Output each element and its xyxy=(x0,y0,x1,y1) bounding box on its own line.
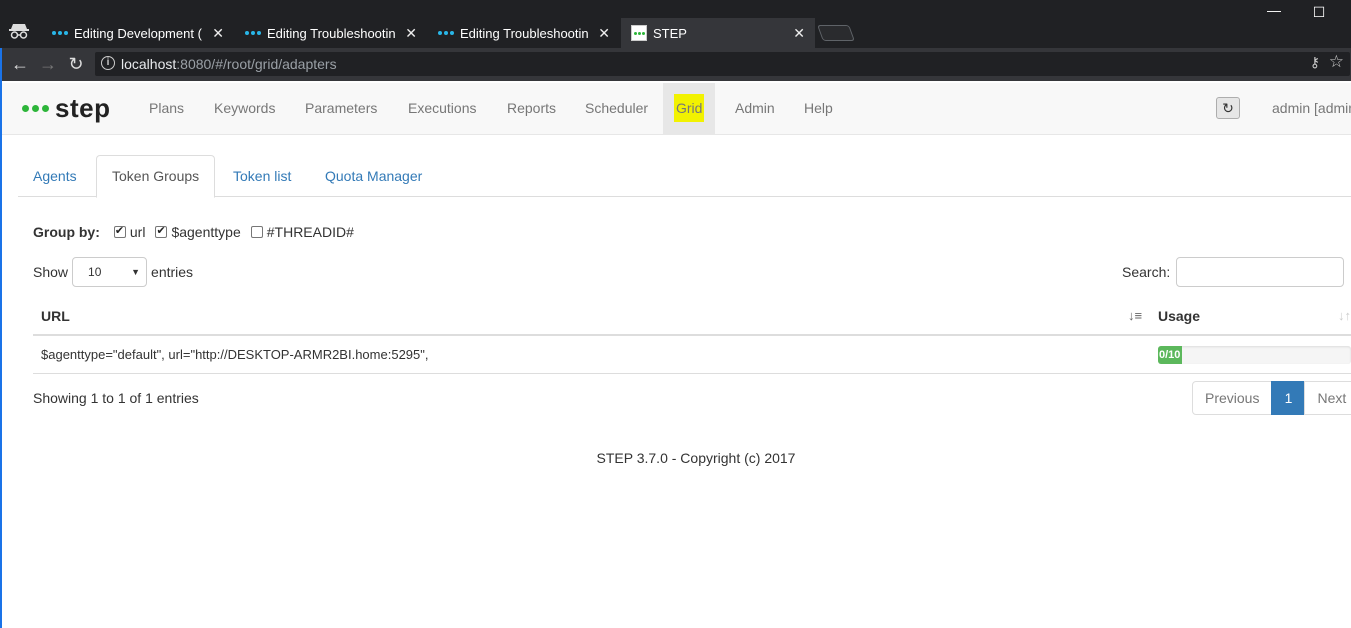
step-logo-icon xyxy=(22,105,49,112)
tab-agents[interactable]: Agents xyxy=(18,155,92,197)
refresh-icon: ↻ xyxy=(1222,100,1234,116)
incognito-icon xyxy=(8,20,30,42)
browser-tab-title: Editing Development (§5 xyxy=(74,25,202,41)
back-icon[interactable]: ← xyxy=(10,54,30,75)
tab-token-list[interactable]: Token list xyxy=(218,155,306,197)
agenttype-checkbox-label: $agenttype xyxy=(171,224,241,240)
threadid-checkbox[interactable] xyxy=(250,226,263,238)
dots-icon xyxy=(438,31,454,35)
nav-scheduler[interactable]: Scheduler xyxy=(570,83,663,134)
step-favicon-icon xyxy=(631,25,647,41)
minimize-icon[interactable]: — xyxy=(1264,2,1284,18)
browser-tab[interactable]: Editing Troubleshooting ✕ xyxy=(428,18,620,48)
entries-label: entries xyxy=(151,264,194,280)
nav-help[interactable]: Help xyxy=(789,83,848,134)
brand-logo[interactable]: step xyxy=(22,93,110,124)
usage-progress: 0/10 xyxy=(1158,346,1351,364)
reload-icon[interactable]: ↻ xyxy=(66,54,86,75)
page-length-control: Show 10 ▼ entries xyxy=(33,257,193,287)
url-cell: $agenttype="default", url="http://DESKTO… xyxy=(41,347,429,362)
usage-progress-bar: 0/10 xyxy=(1158,346,1182,364)
forward-icon[interactable]: → xyxy=(38,54,58,75)
search-input[interactable] xyxy=(1176,257,1345,287)
user-menu[interactable]: admin [admin] xyxy=(1272,83,1351,134)
nav-keywords[interactable]: Keywords xyxy=(199,83,290,134)
nav-parameters[interactable]: Parameters xyxy=(290,83,392,134)
nav-reports[interactable]: Reports xyxy=(492,83,571,134)
page-tabs: Agents Token Groups Token list Quota Man… xyxy=(18,155,1351,198)
browser-tab-strip: Editing Development (§5 ✕ Editing Troubl… xyxy=(0,0,1351,48)
page-1-button[interactable]: 1 xyxy=(1271,381,1306,415)
nav-admin[interactable]: Admin xyxy=(720,83,790,134)
previous-button[interactable]: Previous xyxy=(1192,381,1273,415)
close-icon[interactable]: ✕ xyxy=(212,25,224,42)
new-tab-button[interactable] xyxy=(817,25,855,41)
footer-copyright: STEP 3.7.0 - Copyright (c) 2017 xyxy=(596,450,796,466)
browser-tab[interactable]: Editing Troubleshooting ✕ xyxy=(235,18,427,48)
agenttype-checkbox[interactable] xyxy=(155,224,168,238)
dots-icon xyxy=(245,31,261,35)
show-label: Show xyxy=(33,264,69,280)
sort-desc-icon[interactable]: ↓≡ xyxy=(1128,308,1142,323)
header-url[interactable]: URL xyxy=(41,308,70,324)
browser-tab[interactable]: Editing Development (§5 ✕ xyxy=(42,18,234,48)
close-icon[interactable]: ✕ xyxy=(405,25,417,42)
dots-icon xyxy=(52,31,68,35)
table-info: Showing 1 to 1 of 1 entries xyxy=(33,390,199,406)
table-header: URL ↓≡ Usage ↓↑ xyxy=(33,298,1351,336)
nav-grid[interactable]: Grid xyxy=(663,83,716,134)
page-length-select[interactable]: 10 ▼ xyxy=(72,257,148,287)
url-input[interactable]: i localhost:8080/#/root/grid/adapters ⚷ … xyxy=(95,52,1350,76)
search-label: Search: xyxy=(1122,264,1171,280)
key-icon[interactable]: ⚷ xyxy=(1310,54,1320,71)
header-usage[interactable]: Usage xyxy=(1158,308,1200,324)
group-by-controls: Group by: url $agenttype #THREADID# xyxy=(33,224,364,240)
close-icon[interactable]: ✕ xyxy=(598,25,610,42)
address-bar: ← → ↻ i localhost:8080/#/root/grid/adapt… xyxy=(0,48,1351,81)
next-button[interactable]: Next xyxy=(1304,381,1351,415)
window-border xyxy=(0,48,2,628)
browser-tab-active[interactable]: STEP ✕ xyxy=(621,18,815,48)
tab-token-groups[interactable]: Token Groups xyxy=(96,155,216,198)
info-icon[interactable]: i xyxy=(101,56,115,70)
maximize-icon[interactable]: ☐ xyxy=(1309,4,1329,21)
refresh-button[interactable]: ↻ xyxy=(1216,97,1240,119)
nav-plans[interactable]: Plans xyxy=(134,83,199,134)
tab-quota-manager[interactable]: Quota Manager xyxy=(310,155,437,197)
search-control: Search: xyxy=(1122,257,1345,287)
browser-tab-title: STEP xyxy=(653,25,687,41)
brand-name: step xyxy=(55,93,111,123)
bookmark-star-icon[interactable]: ☆ xyxy=(1329,52,1344,72)
nav-executions[interactable]: Executions xyxy=(393,83,491,134)
url-checkbox-label: url xyxy=(129,224,146,240)
nav-grid-label: Grid xyxy=(674,94,705,122)
page-length-value: 10 xyxy=(88,265,102,279)
group-by-label: Group by: xyxy=(33,224,100,240)
browser-tab-title: Editing Troubleshooting xyxy=(267,25,395,41)
pagination: Previous 1 Next xyxy=(1192,381,1351,415)
app-navbar: step Plans Keywords Parameters Execution… xyxy=(2,83,1351,135)
sort-both-icon[interactable]: ↓↑ xyxy=(1338,308,1351,323)
url-text: localhost:8080/#/root/grid/adapters xyxy=(121,56,337,72)
table-row: $agenttype="default", url="http://DESKTO… xyxy=(33,336,1351,374)
token-groups-table: URL ↓≡ Usage ↓↑ $agenttype="default", ur… xyxy=(33,298,1351,374)
threadid-checkbox-label: #THREADID# xyxy=(266,224,354,240)
url-checkbox[interactable] xyxy=(113,224,126,238)
browser-tab-title: Editing Troubleshooting xyxy=(460,25,588,41)
caret-down-icon: ▼ xyxy=(131,267,141,277)
close-icon[interactable]: ✕ xyxy=(793,25,805,42)
